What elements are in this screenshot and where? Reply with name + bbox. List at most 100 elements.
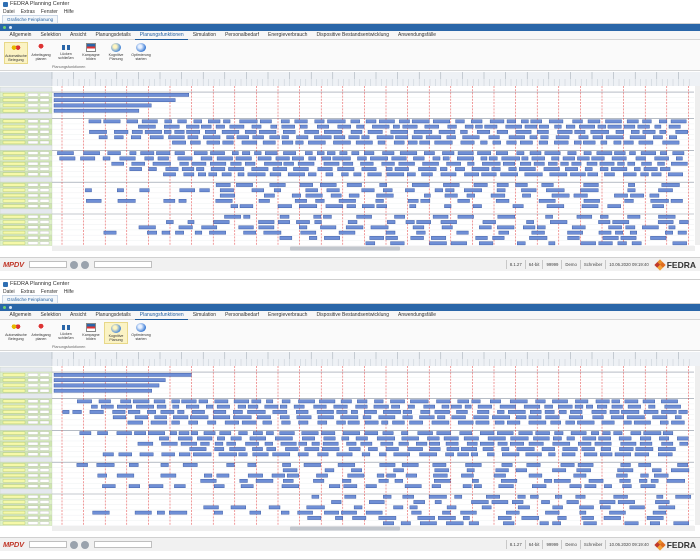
operation-bar (144, 156, 154, 161)
undo-icon[interactable] (9, 306, 12, 309)
status-search-field[interactable] (93, 541, 152, 548)
menu-datei[interactable]: Datei (3, 9, 15, 15)
status-filter-field[interactable] (28, 261, 67, 268)
ribbon-button-l-cken-schlie-en[interactable]: Lücken schließen (54, 42, 78, 64)
operation-bar (419, 521, 437, 526)
operation-bar (89, 410, 104, 414)
gantt-chart[interactable] (0, 72, 700, 251)
operation-bar (530, 119, 542, 124)
operation-bar (581, 516, 594, 520)
operation-bar (477, 404, 492, 409)
ribbon-tab-allgemein[interactable]: Allgemein (5, 31, 36, 40)
ribbon-button-kampagne-bilden[interactable]: Kampagne bilden (79, 42, 103, 64)
operation-bar (116, 473, 135, 478)
operation-bar (466, 468, 475, 473)
ribbon-tab-anwendungsf-lle[interactable]: Anwendungsfälle (394, 311, 441, 320)
operation-bar (630, 193, 644, 198)
ribbon-tab-planungsdetails[interactable]: Planungsdetails (91, 311, 135, 320)
operation-bar (638, 140, 654, 145)
save-icon[interactable] (3, 306, 6, 309)
menu-datei[interactable]: Datei (3, 289, 15, 295)
operation-bar (233, 415, 252, 420)
operation-bar (552, 521, 561, 526)
ribbon-button-automatische-belegung[interactable]: Automatische Belegung (4, 42, 28, 64)
ribbon-button-kognitive-planung[interactable]: Kognitive Planung (104, 42, 128, 64)
operation-bar (348, 193, 360, 198)
menu-fenster[interactable]: Fenster (41, 9, 58, 15)
operation-bar (614, 193, 628, 198)
ribbon-tab-ansicht[interactable]: Ansicht (66, 31, 91, 40)
menu-fenster[interactable]: Fenster (41, 289, 58, 295)
ribbon-tab-simulation[interactable]: Simulation (188, 311, 220, 320)
operation-bar (304, 447, 320, 451)
operation-bar (464, 124, 474, 129)
ribbon-button-arbeitsgang-planen[interactable]: Arbeitsgang planen (29, 42, 53, 64)
ribbon-tab-selektion[interactable]: Selektion (36, 31, 66, 40)
menu-hilfe[interactable]: Hilfe (64, 289, 74, 295)
operation-bar (364, 151, 375, 155)
menu-extras[interactable]: Extras (21, 289, 35, 295)
ribbon-tab-dispositive-bestandsentwicklung[interactable]: Dispositive Bestandsentwicklung (312, 311, 394, 320)
resource-util-cell (39, 140, 50, 145)
operation-bar (217, 436, 225, 441)
ribbon-tab-planungsdetails[interactable]: Planungsdetails (91, 31, 135, 40)
operation-bar (244, 130, 257, 134)
resource-util-cell (39, 103, 50, 107)
ribbon-button-l-cken-schlie-en[interactable]: Lücken schließen (54, 322, 78, 344)
resource-capacity-cell (27, 510, 39, 515)
doc-tab-grafische-feinplanung[interactable]: Grafische Feinplanung (2, 295, 59, 303)
ribbon-tab-energieverbrauch[interactable]: Energieverbrauch (263, 31, 311, 40)
ribbon-button-optimierung-starten[interactable]: Optimierung starten (129, 42, 153, 64)
save-icon[interactable] (3, 26, 6, 29)
ribbon-tab-selektion[interactable]: Selektion (36, 311, 66, 320)
resource-name-cell (2, 404, 26, 409)
operation-bar (266, 447, 276, 451)
menu-extras[interactable]: Extras (21, 9, 35, 15)
ribbon-button-kampagne-bilden[interactable]: Kampagne bilden (79, 322, 103, 344)
status-next-icon[interactable] (80, 260, 89, 269)
ribbon-tab-personalbedarf[interactable]: Personalbedarf (221, 311, 264, 320)
operation-bar (362, 415, 372, 420)
operation-bar (497, 516, 512, 520)
status-search-field[interactable] (93, 261, 152, 268)
ribbon-button-arbeitsgang-planen[interactable]: Arbeitsgang planen (29, 322, 53, 344)
operation-bar (526, 463, 541, 467)
operation-bar (172, 140, 186, 145)
ribbon-tab-personalbedarf[interactable]: Personalbedarf (221, 31, 264, 40)
ribbon-tab-planungsfunktionen[interactable]: Planungsfunktionen (135, 311, 189, 320)
operation-bar (498, 230, 509, 235)
ribbon-tab-anwendungsf-lle[interactable]: Anwendungsfälle (394, 31, 441, 40)
operation-bar (422, 161, 439, 166)
operation-bar (281, 399, 291, 404)
operation-bar (239, 119, 258, 124)
operation-bar (369, 500, 385, 504)
operation-bar (618, 436, 632, 441)
operation-bar (383, 521, 394, 526)
ribbon-tab-dispositive-bestandsentwicklung[interactable]: Dispositive Bestandsentwicklung (312, 31, 394, 40)
status-prev-icon[interactable] (69, 540, 78, 549)
ribbon-button-automatische-belegung[interactable]: Automatische Belegung (4, 322, 28, 344)
ribbon-tab-planungsfunktionen[interactable]: Planungsfunktionen (135, 31, 189, 40)
operation-bar (598, 230, 612, 235)
ribbon-button-optimierung-starten[interactable]: Optimierung starten (129, 322, 153, 344)
operation-bar (372, 124, 390, 129)
resource-util-cell (39, 236, 50, 240)
operation-bar (341, 436, 350, 441)
operation-bar (495, 468, 509, 473)
operation-bar (477, 151, 492, 155)
operation-bar (492, 236, 505, 240)
gantt-chart[interactable] (0, 352, 700, 531)
operation-bar (424, 151, 435, 155)
ribbon-tab-allgemein[interactable]: Allgemein (5, 311, 36, 320)
menu-hilfe[interactable]: Hilfe (64, 9, 74, 15)
doc-tab-grafische-feinplanung[interactable]: Grafische Feinplanung (2, 15, 59, 23)
status-prev-icon[interactable] (69, 260, 78, 269)
ribbon-tab-ansicht[interactable]: Ansicht (66, 311, 91, 320)
ribbon-tab-simulation[interactable]: Simulation (188, 31, 220, 40)
status-filter-field[interactable] (28, 541, 67, 548)
ribbon-button-kognitive-planung[interactable]: Kognitive Planung (104, 322, 128, 344)
status-next-icon[interactable] (80, 540, 89, 549)
undo-icon[interactable] (9, 26, 12, 29)
operation-bar (521, 188, 537, 193)
ribbon-tab-energieverbrauch[interactable]: Energieverbrauch (263, 311, 311, 320)
